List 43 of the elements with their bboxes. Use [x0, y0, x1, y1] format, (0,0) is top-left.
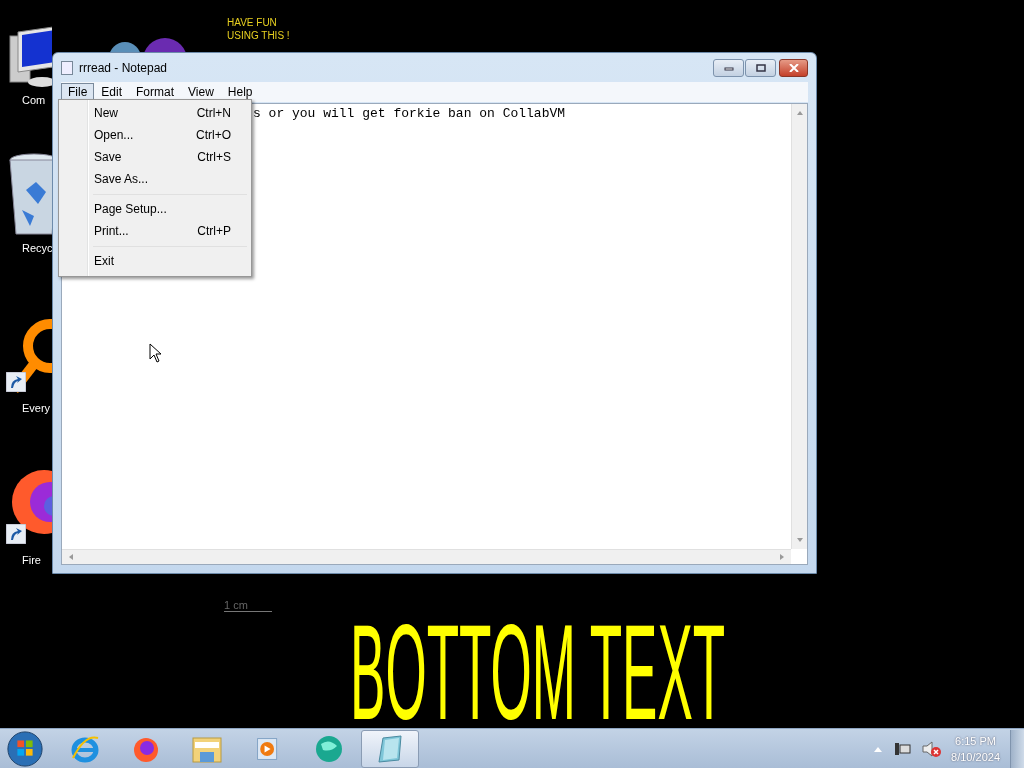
scroll-left-icon[interactable] — [68, 553, 74, 561]
desktop-icon-label[interactable]: Com — [22, 94, 46, 106]
browser-e-icon — [70, 733, 100, 764]
notepad-icon — [375, 733, 405, 764]
scroll-down-icon[interactable] — [795, 537, 804, 543]
menu-option[interactable]: Page Setup... — [61, 198, 249, 220]
vertical-scrollbar[interactable] — [791, 104, 807, 549]
scroll-up-icon[interactable] — [795, 110, 804, 116]
muted-speaker-icon[interactable] — [921, 739, 942, 758]
maximize-icon — [755, 64, 766, 72]
menu-item[interactable]: Format — [129, 83, 182, 101]
minimize-button[interactable] — [713, 59, 744, 77]
close-button[interactable] — [779, 59, 808, 77]
scroll-right-icon[interactable] — [779, 553, 785, 561]
desktop-icon-label[interactable]: Fire — [22, 554, 41, 566]
menu-option[interactable]: Print... Ctrl+P — [61, 220, 249, 242]
desktop-icon-label[interactable]: Recyc — [22, 242, 53, 254]
close-icon — [788, 64, 799, 72]
window-title: rrread - Notepad — [79, 60, 168, 75]
show-desktop-button[interactable] — [1010, 729, 1024, 768]
notepad-icon — [61, 60, 73, 75]
maximize-button[interactable] — [745, 59, 776, 77]
caption-text: BOTTOM TEXT — [350, 610, 726, 734]
menu-item[interactable]: Edit — [94, 83, 130, 101]
menu-option[interactable]: Exit — [61, 250, 249, 272]
desktop-icon-label[interactable]: Every — [22, 402, 51, 414]
menu-option[interactable]: Save As... — [61, 168, 249, 190]
taskbar-button[interactable] — [361, 729, 419, 768]
note-text: HAVE FUN USING THIS ! — [227, 16, 290, 42]
menu-option[interactable]: Open... Ctrl+O — [61, 124, 249, 146]
mouse-cursor-icon — [149, 343, 163, 363]
network-icon[interactable] — [893, 740, 912, 757]
menu-item[interactable]: View — [181, 83, 221, 101]
menu-option[interactable]: New Ctrl+N — [61, 102, 249, 124]
menu-item[interactable]: Help — [220, 83, 260, 101]
minimize-icon — [723, 65, 734, 71]
show-hidden-icons-icon[interactable] — [873, 745, 884, 752]
horizontal-scrollbar[interactable] — [62, 549, 791, 564]
scale-label: 1 cm — [224, 599, 272, 612]
globe-icon — [313, 733, 345, 764]
text-line: s or you will get forkie ban on CollabVM — [253, 106, 567, 121]
start-button[interactable] — [6, 729, 44, 768]
menu-option[interactable]: Save Ctrl+S — [61, 146, 249, 168]
